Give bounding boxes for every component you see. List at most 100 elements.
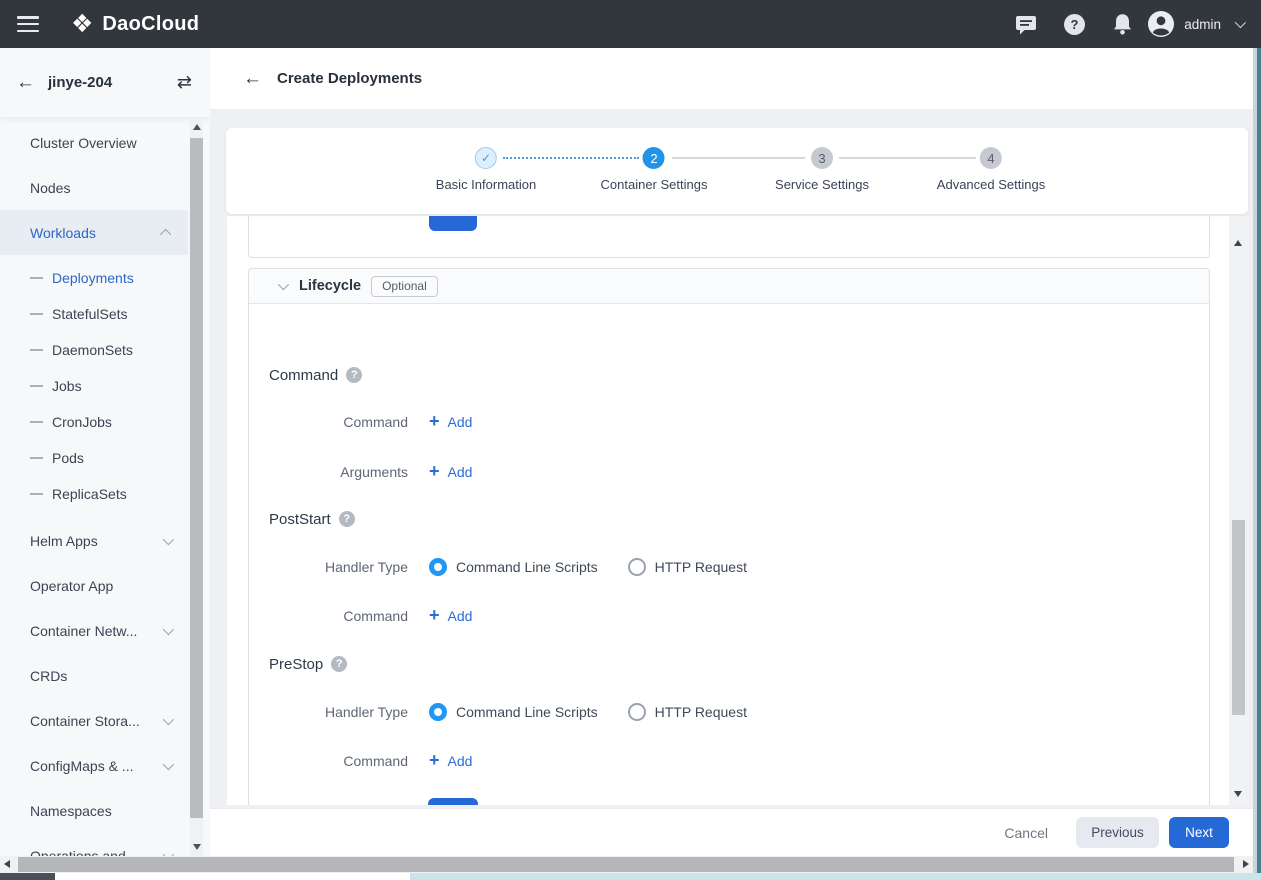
window-edge [1257, 48, 1261, 880]
add-command-button[interactable]: + Add [429, 414, 472, 430]
sidebar-item-operations[interactable]: Operations and [0, 833, 188, 856]
svg-text:?: ? [1071, 17, 1079, 32]
dash-icon [30, 277, 43, 279]
sidebar-item-container-network[interactable]: Container Netw... [0, 608, 188, 653]
sidebar-item-replicasets[interactable]: ReplicaSets [0, 476, 188, 512]
scroll-down-arrow-icon[interactable] [1234, 791, 1242, 797]
cluster-name: jinye-204 [48, 74, 112, 91]
radio-command-line-scripts[interactable]: Command Line Scripts [429, 558, 598, 576]
topbar: ❖ DaoCloud ? admin [0, 0, 1261, 48]
sidebar-item-helm-apps[interactable]: Helm Apps [0, 518, 188, 563]
step-check-icon: ✓ [475, 147, 497, 169]
step-basic-information[interactable]: ✓ Basic Information [436, 147, 536, 192]
sidebar-item-label: DaemonSets [52, 342, 133, 358]
plus-icon: + [429, 606, 440, 624]
sidebar-item-daemonsets[interactable]: DaemonSets [0, 332, 188, 368]
chevron-down-icon[interactable] [278, 279, 289, 290]
sidebar-scrollbar[interactable] [190, 118, 203, 856]
sidebar-item-cronjobs[interactable]: CronJobs [0, 404, 188, 440]
radio-selected-icon[interactable] [429, 558, 447, 576]
notifications-bell-icon[interactable] [1112, 13, 1133, 36]
previous-button[interactable]: Previous [1076, 817, 1159, 848]
step-number-text: 4 [987, 151, 994, 166]
sidebar-item-deployments[interactable]: Deployments [0, 260, 188, 296]
radio-unselected-icon[interactable] [628, 703, 646, 721]
content-scrollbar[interactable] [1229, 216, 1248, 805]
radio-http-request[interactable]: HTTP Request [628, 703, 747, 721]
help-icon[interactable]: ? [1063, 13, 1086, 36]
plus-icon: + [429, 751, 440, 769]
dash-icon [30, 493, 43, 495]
add-argument-button[interactable]: + Add [429, 464, 472, 480]
step-container-settings[interactable]: 2 Container Settings [601, 147, 708, 192]
previous-section-ok-button[interactable] [429, 216, 477, 231]
scroll-down-arrow-icon[interactable] [193, 844, 201, 850]
scrollbar-thumb[interactable] [18, 857, 1234, 872]
sidebar-item-statefulsets[interactable]: StatefulSets [0, 296, 188, 332]
field-label: Command [249, 753, 408, 769]
scroll-left-arrow-icon[interactable] [4, 860, 10, 868]
sidebar-item-operator-app[interactable]: Operator App [0, 563, 188, 608]
add-label: Add [448, 464, 473, 480]
sidebar-item-configmaps[interactable]: ConfigMaps & ... [0, 743, 188, 788]
scrollbar-thumb[interactable] [1232, 520, 1245, 715]
chevron-down-icon [163, 713, 174, 724]
group-title: PreStop [269, 656, 323, 673]
scrollbar-thumb[interactable] [190, 138, 203, 818]
sidebar-item-cluster-overview[interactable]: Cluster Overview [0, 120, 188, 165]
ok-button[interactable]: OK [428, 798, 478, 805]
plus-icon: + [429, 412, 440, 430]
scroll-up-arrow-icon[interactable] [193, 124, 201, 130]
sidebar-item-label: StatefulSets [52, 306, 128, 322]
user-menu[interactable]: admin [1147, 10, 1243, 38]
sidebar-item-jobs[interactable]: Jobs [0, 368, 188, 404]
sidebar-item-container-storage[interactable]: Container Stora... [0, 698, 188, 743]
group-heading-poststart: PostStart ? [269, 509, 355, 529]
lifecycle-section-header[interactable]: Lifecycle Optional [249, 269, 1209, 304]
cancel-button[interactable]: Cancel [1004, 825, 1048, 841]
step-service-settings[interactable]: 3 Service Settings [775, 147, 869, 192]
help-icon[interactable]: ? [346, 367, 362, 383]
sidebar-item-namespaces[interactable]: Namespaces [0, 788, 188, 833]
back-arrow-icon[interactable]: ← [16, 73, 35, 92]
arguments-row: Arguments + Add [249, 461, 472, 483]
page-header: ← Create Deployments [210, 48, 1253, 109]
add-prestop-command-button[interactable]: + Add [429, 753, 472, 769]
help-icon[interactable]: ? [331, 656, 347, 672]
radio-label: HTTP Request [655, 559, 747, 575]
radio-selected-icon[interactable] [429, 703, 447, 721]
sidebar-item-label: Helm Apps [30, 533, 98, 549]
hamburger-menu-icon[interactable] [17, 16, 39, 32]
step-number: 2 [643, 147, 665, 169]
stepper: ✓ Basic Information 2 Container Settings… [226, 128, 1248, 214]
back-arrow-icon[interactable]: ← [243, 69, 262, 88]
add-poststart-command-button[interactable]: + Add [429, 608, 472, 624]
sidebar-nav: Cluster Overview Nodes Workloads Deploym… [0, 120, 188, 856]
sidebar-item-label: Pods [52, 450, 84, 466]
sidebar-item-crds[interactable]: CRDs [0, 653, 188, 698]
sidebar-item-nodes[interactable]: Nodes [0, 165, 188, 210]
radio-unselected-icon[interactable] [628, 558, 646, 576]
next-button[interactable]: Next [1169, 817, 1229, 848]
horizontal-scrollbar[interactable] [0, 856, 1253, 873]
sidebar-item-label: Namespaces [30, 803, 112, 819]
radio-command-line-scripts[interactable]: Command Line Scripts [429, 703, 598, 721]
message-icon[interactable] [1015, 14, 1037, 35]
step-label: Container Settings [601, 177, 708, 192]
step-advanced-settings[interactable]: 4 Advanced Settings [937, 147, 1045, 192]
group-title: PostStart [269, 511, 331, 528]
scroll-up-arrow-icon[interactable] [1234, 240, 1242, 246]
field-label: Command [249, 414, 408, 430]
radio-http-request[interactable]: HTTP Request [628, 558, 747, 576]
chevron-up-icon [160, 228, 171, 239]
scroll-right-arrow-icon[interactable] [1243, 860, 1249, 868]
sidebar-item-pods[interactable]: Pods [0, 440, 188, 476]
sidebar-item-workloads[interactable]: Workloads [0, 210, 188, 255]
switch-cluster-icon[interactable]: ⇄ [177, 72, 192, 93]
sidebar-item-label: Deployments [52, 270, 134, 286]
topbar-actions: ? admin [989, 10, 1261, 38]
dash-icon [30, 421, 43, 423]
sidebar-header: ← jinye-204 ⇄ [0, 48, 210, 118]
help-icon[interactable]: ? [339, 511, 355, 527]
add-label: Add [448, 608, 473, 624]
